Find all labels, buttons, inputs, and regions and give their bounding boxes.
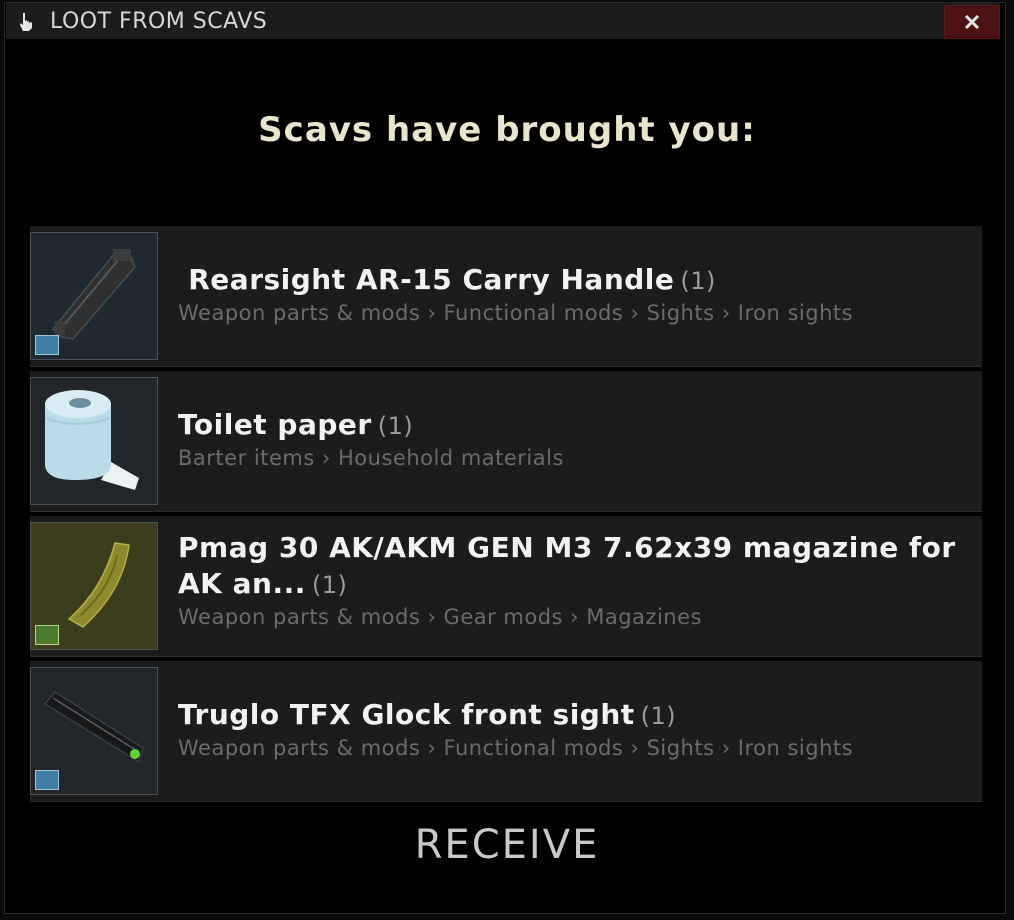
window-title: LOOT FROM SCAVS	[50, 9, 268, 34]
title-bar: LOOT FROM SCAVS	[6, 3, 1000, 39]
hand-pointer-icon	[20, 13, 32, 31]
close-icon	[964, 14, 980, 30]
item-info: Rearsight AR-15 Carry Handle (1) Weapon p…	[178, 262, 978, 327]
list-item[interactable]: Rearsight AR-15 Carry Handle (1) Weapon p…	[30, 226, 982, 367]
list-item[interactable]: Truglo TFX Glock front sight (1) Weapon p…	[30, 661, 982, 802]
item-thumbnail	[30, 377, 158, 505]
item-info: Toilet paper (1) Barter items › Household…	[178, 407, 978, 472]
list-item[interactable]: Toilet paper (1) Barter items › Household…	[30, 371, 982, 512]
list-item[interactable]: Pmag 30 AK/AKM GEN M3 7.62x39 magazine f…	[30, 516, 982, 657]
mod-badge-icon	[35, 770, 59, 790]
item-list: Rearsight AR-15 Carry Handle (1) Weapon p…	[30, 226, 982, 806]
receive-button[interactable]: RECEIVE	[0, 822, 1014, 868]
item-count: (1)	[680, 267, 716, 295]
item-category-path: Weapon parts & mods › Functional mods › …	[178, 736, 854, 760]
item-count: (1)	[640, 702, 677, 730]
item-info: Pmag 30 AK/AKM GEN M3 7.62x39 magazine f…	[178, 530, 978, 631]
item-category-path: Weapon parts & mods › Gear mods › Magazi…	[178, 605, 702, 629]
item-name: Truglo TFX Glock front sight (1)	[178, 698, 677, 731]
item-name: Toilet paper (1)	[178, 408, 414, 441]
item-thumbnail	[30, 667, 158, 795]
item-name: Rearsight AR-15 Carry Handle (1)	[188, 263, 716, 296]
gear-badge-icon	[35, 625, 59, 645]
close-button[interactable]	[944, 5, 1000, 39]
item-thumbnail	[30, 232, 158, 360]
dialog-heading: Scavs have brought you:	[258, 110, 756, 150]
item-category-path: Barter items › Household materials	[178, 446, 564, 470]
item-count: (1)	[377, 412, 414, 440]
item-name: Pmag 30 AK/AKM GEN M3 7.62x39 magazine f…	[178, 531, 956, 600]
mod-badge-icon	[35, 335, 59, 355]
toilet-paper-icon	[44, 390, 139, 490]
item-info: Truglo TFX Glock front sight (1) Weapon p…	[178, 697, 978, 762]
item-count: (1)	[311, 571, 348, 599]
item-thumbnail	[30, 522, 158, 650]
item-category-path: Weapon parts & mods › Functional mods › …	[178, 301, 854, 325]
